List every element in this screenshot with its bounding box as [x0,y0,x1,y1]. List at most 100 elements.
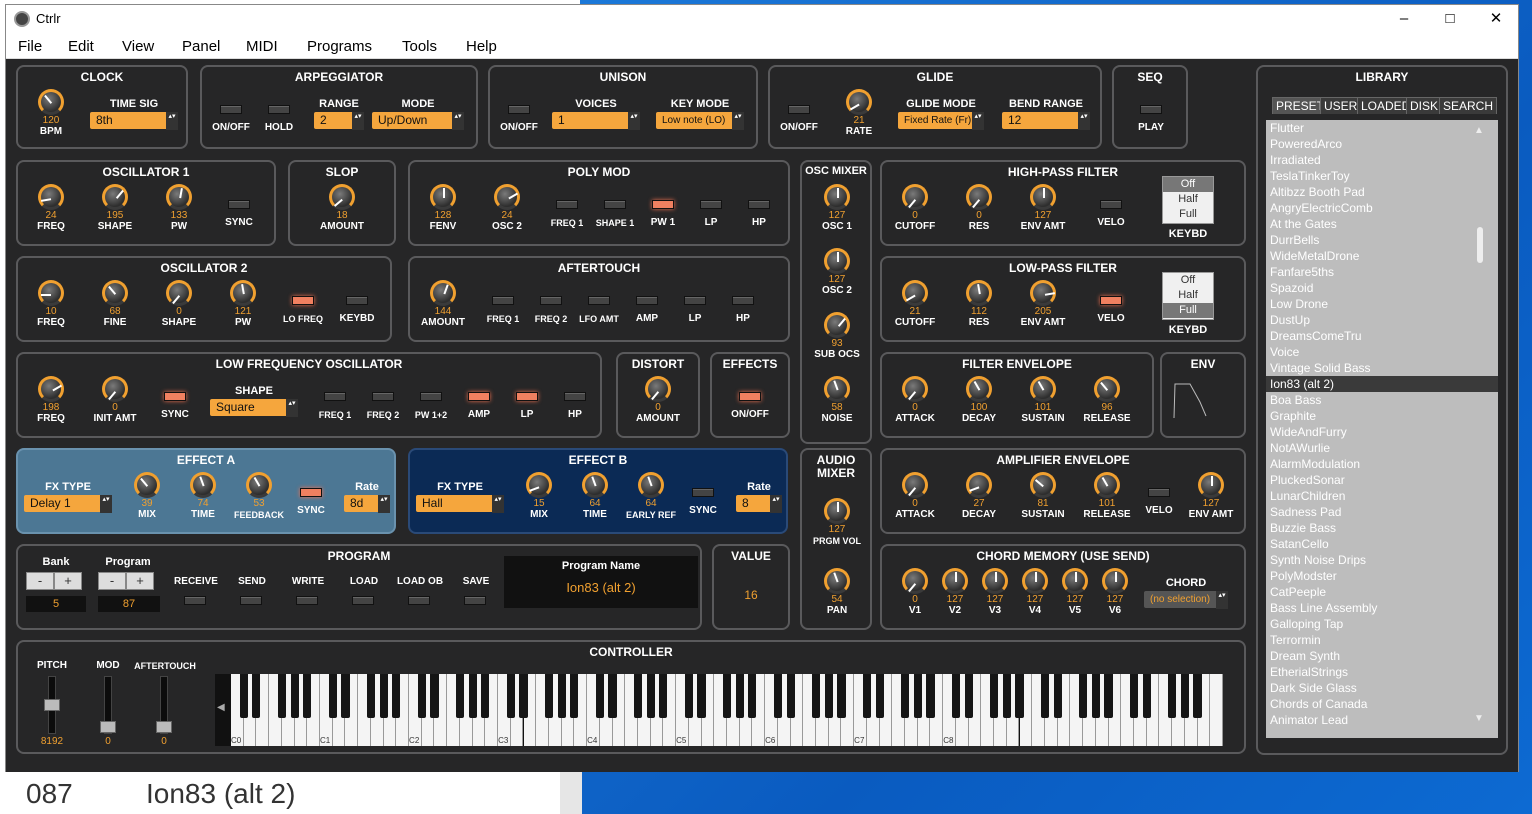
polymod-osc2-control[interactable]: 24 OSC 2 [482,184,532,233]
arp-onoff-control[interactable]: ON/OFF [206,105,256,134]
chord-select[interactable]: (no selection) [1144,591,1228,609]
black-key[interactable] [277,674,286,718]
black-key[interactable] [1040,674,1049,718]
preset-list-item[interactable]: Boa Bass [1266,392,1498,408]
polymod-fenv-knob[interactable] [430,184,456,210]
effa-mix-knob[interactable] [134,472,160,498]
black-key[interactable] [1142,674,1151,718]
lpf-res-control[interactable]: 112 RES [954,280,1004,329]
black-key[interactable] [951,674,960,718]
bpm-control[interactable]: 120 BPM [26,89,76,138]
receive-button[interactable] [184,596,206,605]
chord-v6-knob[interactable] [1102,568,1128,594]
close-button[interactable]: ✕ [1476,8,1516,30]
library-scrollbar-thumb[interactable] [1477,227,1483,263]
glide-onoff-control[interactable]: ON/OFF [774,105,824,134]
osc1-pw-knob[interactable] [166,184,192,210]
osc2-shape-control[interactable]: 0 SHAPE [154,280,204,329]
lfo-amp-control[interactable]: AMP [454,392,504,421]
preset-list-item[interactable]: Galloping Tap [1266,616,1498,632]
black-key[interactable] [341,674,350,718]
unison-onoff-led[interactable] [508,105,530,114]
prgm-vol-control[interactable]: 127 PRGM VOL [812,498,862,547]
lfo-hp-control[interactable]: HP [550,392,600,421]
black-key[interactable] [1015,674,1024,718]
chord-v2-knob[interactable] [942,568,968,594]
chord-v1-knob[interactable] [902,568,928,594]
pitch-wheel-thumb[interactable] [44,699,60,711]
black-key[interactable] [786,674,795,718]
preset-list-item[interactable]: Irradiated [1266,152,1498,168]
bank-minus-button[interactable]: - [26,572,54,590]
at-lfoamt-led[interactable] [588,296,610,305]
preset-list-item[interactable]: Voice [1266,344,1498,360]
hpf-envamt-knob[interactable] [1030,184,1056,210]
mod-wheel[interactable] [100,676,116,734]
mixer-noise-knob[interactable] [824,376,850,402]
osc2-keybd-control[interactable]: KEYBD [332,296,382,325]
glide-rate-control[interactable]: 21 RATE [834,89,884,138]
distort-amount-knob[interactable] [645,376,671,402]
hpf-velo-control[interactable]: VELO [1086,200,1136,229]
osc1-freq-knob[interactable] [38,184,64,210]
fenv-sustain-control[interactable]: 101 SUSTAIN [1018,376,1068,425]
black-key[interactable] [913,674,922,718]
effa-rate-select[interactable]: 8d [344,495,390,513]
black-key[interactable] [379,674,388,718]
black-key[interactable] [544,674,553,718]
library-tab-disk[interactable]: DISK [1406,97,1443,114]
lfo-hp-led[interactable] [564,392,586,401]
distort-amount-control[interactable]: 0 AMOUNT [633,376,683,425]
black-key[interactable] [773,674,782,718]
fenv-decay-control[interactable]: 100 DECAY [954,376,1004,425]
glide-onoff-led[interactable] [788,105,810,114]
preset-list-item[interactable]: Low Drone [1266,296,1498,312]
at-lfoamt-control[interactable]: LFO AMT [574,296,624,325]
mod-wheel-thumb[interactable] [100,721,116,733]
lfo-lp-led[interactable] [516,392,538,401]
osc1-freq-control[interactable]: 24 FREQ [26,184,76,233]
glide-mode-select[interactable]: Fixed Rate (Fr) [898,112,984,130]
preset-list-item[interactable]: At the Gates [1266,216,1498,232]
preset-list-item[interactable]: WideAndFurry [1266,424,1498,440]
black-key[interactable] [990,674,999,718]
polymod-lp-control[interactable]: LP [686,200,736,229]
black-key[interactable] [506,674,515,718]
arp-onoff-led[interactable] [220,105,242,114]
osc2-fine-knob[interactable] [102,280,128,306]
aenv-envamt-knob[interactable] [1198,472,1224,498]
bend-range-select[interactable]: 12 [1002,112,1090,130]
black-key[interactable] [659,674,668,718]
black-key[interactable] [646,674,655,718]
effb-earlyref-control[interactable]: 64 EARLY REF [626,472,676,521]
lpf-velo-control[interactable]: VELO [1086,296,1136,325]
lpf-envamt-control[interactable]: 205 ENV AMT [1018,280,1068,329]
lfo-lp-control[interactable]: LP [502,392,552,421]
black-key[interactable] [519,674,528,718]
preset-list-item[interactable]: Synth Noise Drips [1266,552,1498,568]
black-key[interactable] [1053,674,1062,718]
preset-list-item[interactable]: SatanCello [1266,536,1498,552]
seq-play-control[interactable]: PLAY [1126,105,1176,134]
black-key[interactable] [455,674,464,718]
at-lp-control[interactable]: LP [670,296,720,325]
black-key[interactable] [570,674,579,718]
preset-list-item[interactable]: Bass Line Assembly [1266,600,1498,616]
preset-list-item[interactable]: Dream Synth [1266,648,1498,664]
black-key[interactable] [417,674,426,718]
fenv-attack-control[interactable]: 0 ATTACK [890,376,940,425]
program-plus-button[interactable]: + [126,572,154,590]
lfo-freq1-control[interactable]: FREQ 1 [310,392,360,421]
lfo-sync-control[interactable]: SYNC [150,392,200,421]
at-amp-control[interactable]: AMP [622,296,672,325]
mixer-osc2-knob[interactable] [824,248,850,274]
black-key[interactable] [748,674,757,718]
preset-list-item[interactable]: AngryElectricComb [1266,200,1498,216]
save-button[interactable] [464,596,486,605]
effa-time-knob[interactable] [190,472,216,498]
mixer-noise-control[interactable]: 58 NOISE [812,376,862,425]
black-key[interactable] [366,674,375,718]
effb-time-knob[interactable] [582,472,608,498]
black-key[interactable] [468,674,477,718]
mixer-osc1-control[interactable]: 127 OSC 1 [812,184,862,233]
